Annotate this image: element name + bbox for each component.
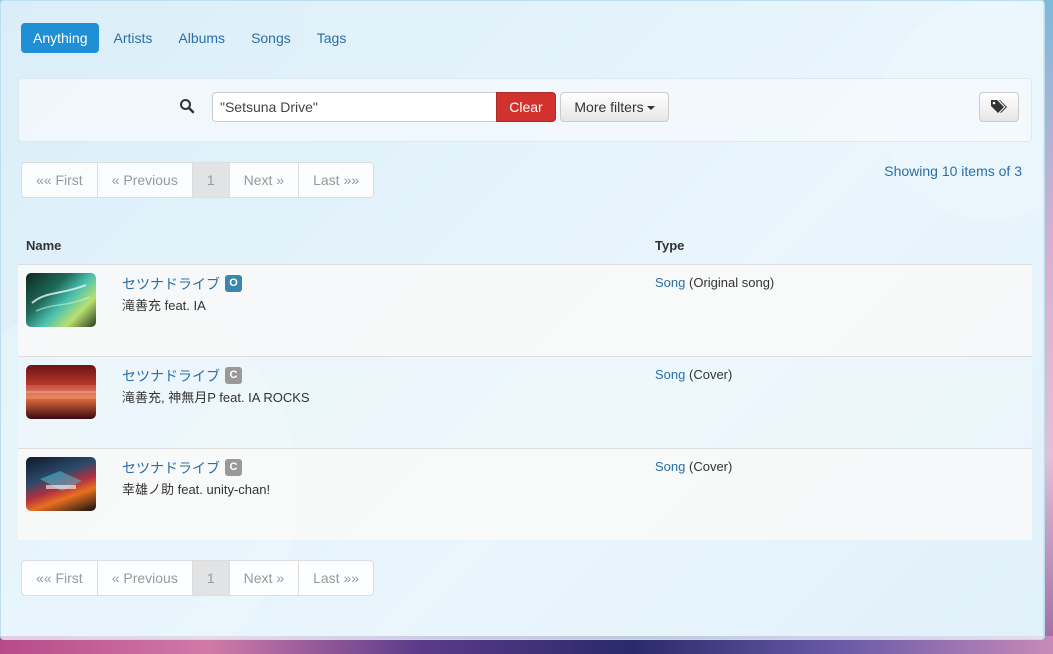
song-type-link[interactable]: Song xyxy=(655,367,685,382)
tags-filter-button[interactable] xyxy=(979,92,1019,122)
song-thumbnail[interactable] xyxy=(26,457,96,511)
more-filters-label: More filters xyxy=(574,99,644,115)
next-page-button[interactable]: Next » xyxy=(228,560,300,596)
song-type-detail: (Cover) xyxy=(689,459,733,474)
tab-tags[interactable]: Tags xyxy=(305,23,359,53)
pagination-top: «« First « Previous 1 Next » Last »» xyxy=(21,162,375,198)
results-count: Showing 10 items of 3 xyxy=(884,163,1022,179)
search-input[interactable] xyxy=(212,92,497,122)
song-artist: 滝善充 feat. IA xyxy=(122,298,206,313)
last-page-button[interactable]: Last »» xyxy=(298,162,375,198)
song-type-link[interactable]: Song xyxy=(655,275,685,290)
song-thumbnail[interactable] xyxy=(26,365,96,419)
song-type: Song (Original song) xyxy=(655,275,774,290)
current-page[interactable]: 1 xyxy=(191,560,230,596)
last-page-button[interactable]: Last »» xyxy=(298,560,375,596)
tags-icon xyxy=(991,100,1007,113)
tab-artists[interactable]: Artists xyxy=(101,23,164,53)
first-page-button[interactable]: «« First xyxy=(21,162,98,198)
song-type-detail: (Cover) xyxy=(689,367,733,382)
pagination-bottom: «« First « Previous 1 Next » Last »» xyxy=(21,560,375,596)
current-page[interactable]: 1 xyxy=(191,162,230,198)
table-row: セツナドライブ C 幸雄ノ助 feat. unity-chan! Song (C… xyxy=(18,448,1032,540)
previous-page-button[interactable]: « Previous xyxy=(96,162,193,198)
song-title-link[interactable]: セツナドライブ xyxy=(122,366,220,386)
previous-page-button[interactable]: « Previous xyxy=(96,560,193,596)
song-title-link[interactable]: セツナドライブ xyxy=(122,458,220,478)
table-row: セツナドライブ O 滝善充 feat. IA Song (Original so… xyxy=(18,264,1032,356)
tab-albums[interactable]: Albums xyxy=(166,23,237,53)
caret-down-icon xyxy=(646,106,655,111)
song-type-badge: O xyxy=(225,275,242,292)
next-page-button[interactable]: Next » xyxy=(228,162,300,198)
song-type-badge: C xyxy=(225,459,242,476)
song-type-detail: (Original song) xyxy=(689,275,775,290)
search-type-tabs: Anything Artists Albums Songs Tags xyxy=(21,23,358,53)
song-artist: 幸雄ノ助 feat. unity-chan! xyxy=(122,482,271,497)
song-type-link[interactable]: Song xyxy=(655,459,685,474)
clear-button[interactable]: Clear xyxy=(496,92,556,122)
tab-songs[interactable]: Songs xyxy=(239,23,303,53)
song-title-link[interactable]: セツナドライブ xyxy=(122,274,220,294)
song-thumbnail[interactable] xyxy=(26,273,96,327)
column-header-name[interactable]: Name xyxy=(26,238,61,253)
song-type-badge: C xyxy=(225,367,242,384)
first-page-button[interactable]: «« First xyxy=(21,560,98,596)
column-header-type[interactable]: Type xyxy=(655,238,684,253)
song-type: Song (Cover) xyxy=(655,459,732,474)
search-bar: Clear More filters xyxy=(18,78,1032,142)
search-icon xyxy=(180,99,195,114)
song-type: Song (Cover) xyxy=(655,367,732,382)
song-artist: 滝善充, 神無月P feat. IA ROCKS xyxy=(122,390,310,405)
main-panel: Anything Artists Albums Songs Tags Clear… xyxy=(0,0,1045,640)
more-filters-button[interactable]: More filters xyxy=(560,92,669,122)
table-row: セツナドライブ C 滝善充, 神無月P feat. IA ROCKS Song … xyxy=(18,356,1032,448)
tab-anything[interactable]: Anything xyxy=(21,23,100,53)
